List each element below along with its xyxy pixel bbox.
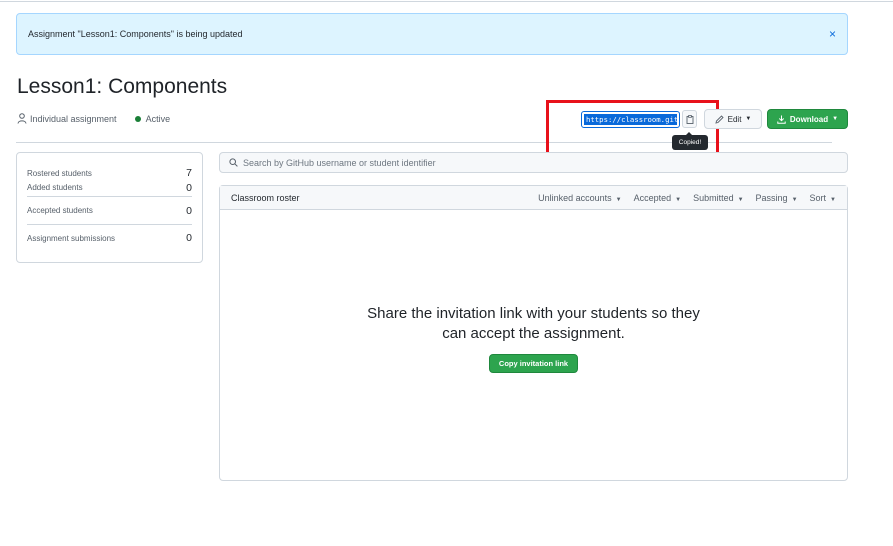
- filter-accepted[interactable]: Accepted ▼: [634, 193, 681, 203]
- stat-added-students: Added students 0: [27, 179, 192, 197]
- top-border: [0, 1, 893, 2]
- chevron-down-icon: ▼: [745, 116, 752, 122]
- stat-rostered-students: Rostered students 7: [27, 167, 192, 179]
- filter-label: Passing: [755, 192, 788, 203]
- stat-label: Added students: [27, 183, 83, 192]
- chevron-down-icon: ▼: [675, 196, 682, 203]
- stat-accepted-students: Accepted students 0: [27, 197, 192, 225]
- stat-value: 0: [186, 232, 192, 244]
- stat-value: 0: [186, 204, 192, 217]
- update-flash-banner: Assignment "Lesson1: Components" is bein…: [16, 13, 848, 55]
- edit-button[interactable]: Edit ▼: [704, 109, 762, 129]
- pencil-icon: [715, 114, 724, 124]
- filter-label: Submitted: [693, 192, 734, 203]
- chevron-down-icon: ▼: [615, 196, 622, 203]
- filter-sort[interactable]: Sort ▼: [810, 193, 836, 203]
- search-input[interactable]: [243, 157, 743, 168]
- flash-message: Assignment "Lesson1: Components" is bein…: [28, 29, 243, 39]
- roster-header: Classroom roster Unlinked accounts ▼ Acce…: [220, 186, 847, 210]
- classroom-roster-panel: Classroom roster Unlinked accounts ▼ Acce…: [219, 185, 848, 481]
- download-icon: [777, 115, 786, 124]
- chevron-down-icon: ▼: [791, 196, 798, 203]
- stat-assignment-submissions: Assignment submissions 0: [27, 225, 192, 251]
- status-dot-icon: [134, 115, 141, 122]
- download-label: Download: [789, 114, 829, 124]
- chevron-down-icon: ▼: [832, 116, 839, 122]
- roster-filters: Unlinked accounts ▼ Accepted ▼ Submitted ▼ …: [538, 193, 836, 203]
- stat-label: Rostered students: [27, 168, 92, 178]
- stat-value: 0: [186, 181, 192, 194]
- status-badge: Active: [145, 113, 171, 124]
- filter-passing[interactable]: Passing ▼: [756, 193, 798, 203]
- copy-invitation-link-button[interactable]: Copy invitation link: [489, 354, 578, 373]
- page-title: Lesson1: Components: [17, 75, 228, 98]
- assignment-type: Individual assignment: [30, 113, 117, 124]
- student-search[interactable]: [219, 152, 848, 173]
- empty-roster-state: Share the invitation link with your stud…: [220, 304, 847, 373]
- filter-submitted[interactable]: Submitted ▼: [693, 193, 743, 203]
- filter-label: Accepted: [633, 192, 672, 203]
- empty-message: Share the invitation link with your stud…: [367, 305, 700, 342]
- stat-label: Assignment submissions: [27, 233, 116, 243]
- download-button[interactable]: Download ▼: [767, 109, 848, 129]
- search-icon: [229, 158, 238, 167]
- red-highlight-box: [546, 100, 719, 156]
- filter-unlinked-accounts[interactable]: Unlinked accounts ▼: [538, 193, 622, 203]
- edit-label: Edit: [727, 114, 742, 124]
- filter-label: Sort: [809, 192, 827, 203]
- filter-label: Unlinked accounts: [538, 192, 612, 203]
- stat-label: Accepted students: [27, 206, 93, 215]
- roster-title: Classroom roster: [231, 192, 300, 203]
- assignment-meta: Individual assignment Active: [17, 113, 170, 124]
- chevron-down-icon: ▼: [737, 196, 744, 203]
- close-icon[interactable]: ×: [829, 27, 836, 41]
- stats-panel: Rostered students 7 Added students 0 Acc…: [16, 152, 203, 263]
- person-icon: [17, 113, 27, 124]
- stat-value: 7: [186, 167, 192, 179]
- chevron-down-icon: ▼: [830, 196, 836, 203]
